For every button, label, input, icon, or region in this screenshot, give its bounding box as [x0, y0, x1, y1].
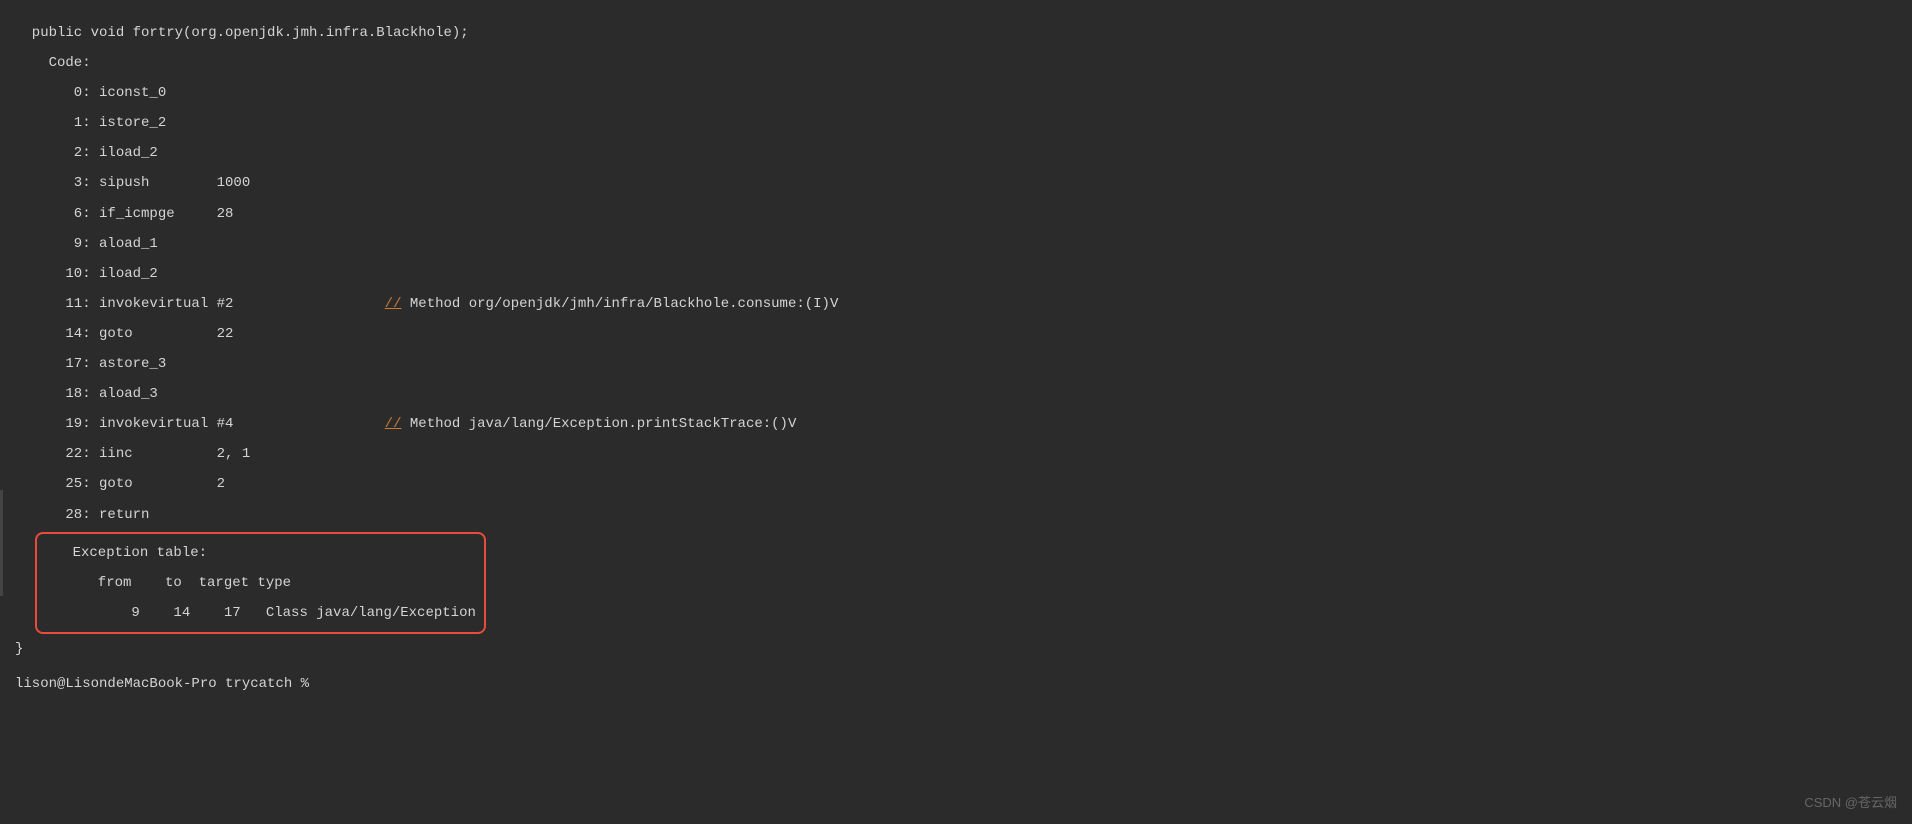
code-label: Code: [15, 48, 1912, 78]
instruction-18: 18: aload_3 [15, 379, 1912, 409]
method-signature: public void fortry(org.openjdk.jmh.infra… [15, 18, 1912, 48]
comment-text: Method org/openjdk/jmh/infra/Blackhole.c… [401, 296, 838, 312]
instruction-22: 22: iinc 2, 1 [15, 439, 1912, 469]
instruction-25: 25: goto 2 [15, 469, 1912, 499]
instruction-19: 19: invokevirtual #4 // Method java/lang… [15, 409, 1912, 439]
comment-slash-icon: // [385, 416, 402, 432]
watermark: CSDN @苍云烟 [1804, 791, 1897, 814]
exception-table-columns: from to target type [39, 568, 476, 598]
comment-text: Method java/lang/Exception.printStackTra… [401, 416, 796, 432]
terminal-prompt[interactable]: lison@LisondeMacBook-Pro trycatch % [15, 672, 1912, 697]
instruction-1: 1: istore_2 [15, 108, 1912, 138]
instruction-0: 0: iconst_0 [15, 78, 1912, 108]
instruction-11: 11: invokevirtual #2 // Method org/openj… [15, 289, 1912, 319]
closing-brace: } [15, 634, 1912, 664]
instruction-9: 9: aload_1 [15, 229, 1912, 259]
sidebar-indicator [0, 490, 3, 596]
instruction-14: 14: goto 22 [15, 319, 1912, 349]
instruction-28: 28: return [15, 500, 1912, 530]
instruction-3: 3: sipush 1000 [15, 168, 1912, 198]
instruction-17: 17: astore_3 [15, 349, 1912, 379]
exception-table-header: Exception table: [39, 538, 476, 568]
instruction-2: 2: iload_2 [15, 138, 1912, 168]
comment-slash-icon: // [385, 296, 402, 312]
exception-table-row: 9 14 17 Class java/lang/Exception [39, 598, 476, 628]
instruction-6: 6: if_icmpge 28 [15, 199, 1912, 229]
exception-table-highlight: Exception table: from to target type 9 1… [35, 532, 486, 634]
instruction-10: 10: iload_2 [15, 259, 1912, 289]
